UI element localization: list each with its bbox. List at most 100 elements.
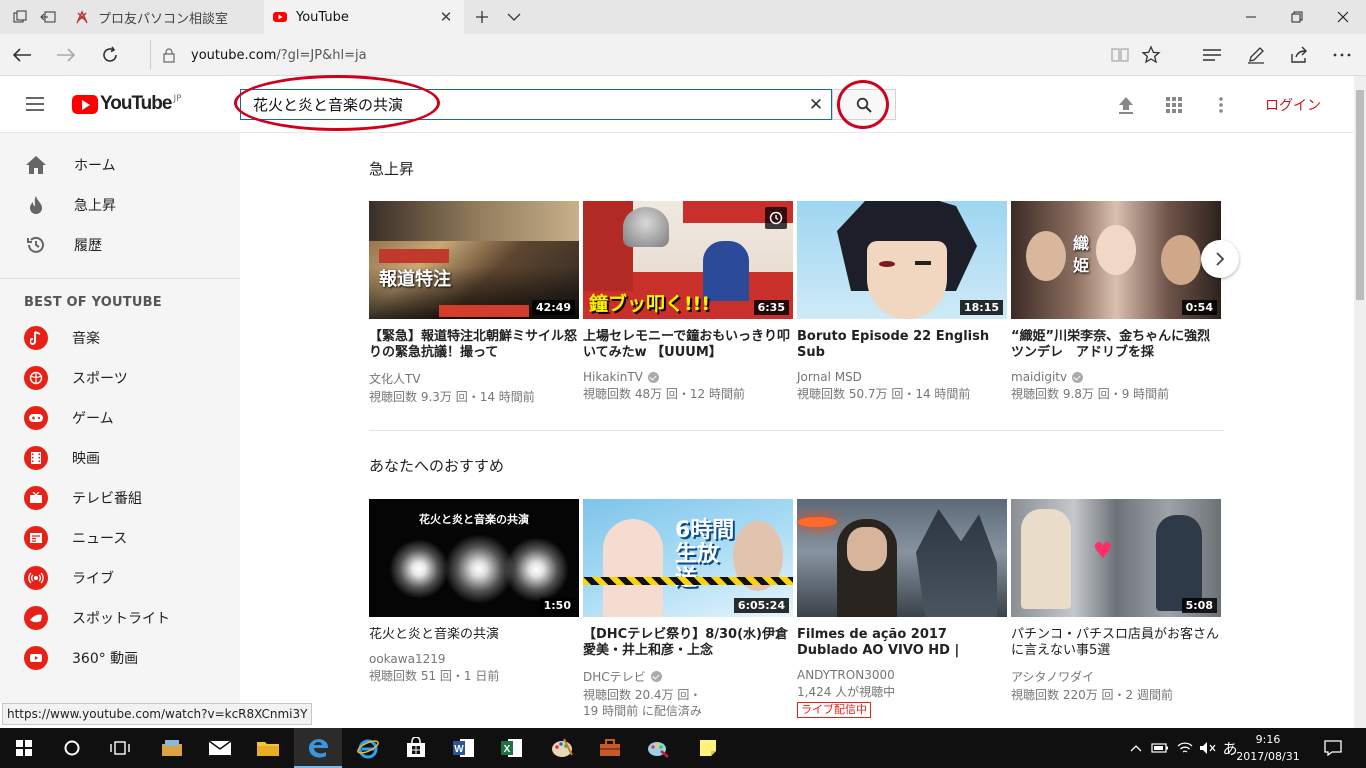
excel-icon[interactable]: X bbox=[488, 728, 536, 768]
channel-name[interactable]: maidigitv bbox=[1011, 370, 1067, 384]
chevron-down-icon[interactable] bbox=[498, 0, 530, 34]
channel-name[interactable]: 文化人TV bbox=[369, 370, 421, 387]
live-icon bbox=[24, 566, 48, 590]
video-card[interactable]: ♥ 5:08 パチンコ・パチスロ店員がお客さんに言えない事5選 アシタノワダイ … bbox=[1011, 499, 1221, 703]
refresh-icon[interactable] bbox=[90, 34, 130, 76]
favorite-star-icon[interactable] bbox=[1131, 34, 1171, 76]
show-hidden-icons-chevron-icon[interactable] bbox=[1126, 728, 1146, 768]
word-icon[interactable]: W bbox=[440, 728, 488, 768]
cortana-circle-icon[interactable] bbox=[48, 728, 96, 768]
web-note-pen-icon[interactable] bbox=[1236, 34, 1276, 76]
volume-muted-icon[interactable] bbox=[1197, 728, 1219, 768]
share-icon[interactable] bbox=[1280, 34, 1320, 76]
apps-grid-icon[interactable] bbox=[1161, 92, 1187, 118]
close-window-icon[interactable] bbox=[1320, 0, 1366, 34]
clear-search-icon[interactable]: ✕ bbox=[801, 90, 831, 120]
channel-name[interactable]: DHCテレビ bbox=[583, 668, 646, 685]
video-card[interactable]: 花火と炎と音楽の共演 1:50 花火と炎と音楽の共演 ookawa1219 視聴… bbox=[369, 499, 579, 684]
video-card[interactable]: 織姫 0:54 “織姫”川栄李奈、金ちゃんに強烈ツンデレ アドリブを採 maid… bbox=[1011, 201, 1221, 402]
guide-menu-icon[interactable] bbox=[24, 94, 46, 114]
set-tabs-aside-icon[interactable] bbox=[32, 0, 64, 34]
start-windows-icon[interactable] bbox=[0, 728, 48, 768]
sidebar-item-trending[interactable]: 急上昇 bbox=[0, 185, 240, 225]
video-card[interactable]: 鐘ブッ叩く!!! 6:35 上場セレモニーで鐘おもいっきり叩いてみたw 【UUU… bbox=[583, 201, 793, 402]
settings-vertical-dots-icon[interactable] bbox=[1208, 92, 1234, 118]
video-thumbnail[interactable]: 報道特注 42:49 bbox=[369, 201, 579, 319]
video-thumbnail[interactable]: 鐘ブッ叩く!!! 6:35 bbox=[583, 201, 793, 319]
address-bar[interactable]: youtube.com/?gl=JP&hl=ja bbox=[150, 40, 1070, 70]
paint-palette-icon[interactable] bbox=[538, 728, 586, 768]
search-input[interactable]: 花火と炎と音楽の共演 ✕ bbox=[240, 89, 832, 120]
video-thumbnail[interactable]: 6時間生放送 6:05:24 bbox=[583, 499, 793, 617]
sidebar-item-tv-shows[interactable]: テレビ番組 bbox=[0, 478, 240, 518]
upload-icon[interactable] bbox=[1113, 92, 1139, 118]
sidebar-item-360-video[interactable]: 360° 動画 bbox=[0, 638, 240, 678]
shelf-next-button[interactable] bbox=[1201, 240, 1239, 278]
sidebar-item-gaming[interactable]: ゲーム bbox=[0, 398, 240, 438]
video-title[interactable]: Boruto Episode 22 English Sub bbox=[797, 329, 1007, 361]
wifi-icon[interactable] bbox=[1174, 728, 1196, 768]
minimize-icon[interactable] bbox=[1228, 0, 1274, 34]
new-tab-icon[interactable] bbox=[466, 0, 498, 34]
channel-name[interactable]: ookawa1219 bbox=[369, 652, 445, 666]
store-bag-icon[interactable] bbox=[392, 728, 440, 768]
task-view-icon[interactable] bbox=[96, 728, 144, 768]
video-thumbnail[interactable]: 花火と炎と音楽の共演 1:50 bbox=[369, 499, 579, 617]
live-now-badge: ライブ配信中 bbox=[797, 702, 871, 718]
restore-icon[interactable] bbox=[1274, 0, 1320, 34]
sidebar-item-sports[interactable]: スポーツ bbox=[0, 358, 240, 398]
video-title[interactable]: 【DHCテレビ祭り】8/30(水)伊倉愛美・井上和彦・上念 bbox=[583, 627, 793, 659]
search-button[interactable] bbox=[832, 89, 896, 120]
video-thumbnail[interactable]: 織姫 0:54 bbox=[1011, 201, 1221, 319]
sidebar-item-news[interactable]: ニュース bbox=[0, 518, 240, 558]
tab-procomu[interactable]: プロ友パソコン相談室 bbox=[64, 0, 264, 34]
sidebar-item-home[interactable]: ホーム bbox=[0, 145, 240, 185]
video-card[interactable]: Filmes de ação 2017 Dublado AO VIVO HD |… bbox=[797, 499, 1007, 718]
channel-name[interactable]: HikakinTV bbox=[583, 370, 643, 384]
sidebar-item-history[interactable]: 履歴 bbox=[0, 225, 240, 265]
sidebar-item-spotlight[interactable]: スポットライト bbox=[0, 598, 240, 638]
video-thumbnail[interactable]: ♥ 5:08 bbox=[1011, 499, 1221, 617]
section-title-recommended[interactable]: あなたへのおすすめ bbox=[369, 455, 504, 476]
video-title[interactable]: “織姫”川栄李奈、金ちゃんに強烈ツンデレ アドリブを採 bbox=[1011, 329, 1221, 361]
more-ellipsis-icon[interactable] bbox=[1322, 34, 1362, 76]
edge-browser-icon[interactable] bbox=[294, 728, 342, 768]
watch-later-clock-icon[interactable] bbox=[765, 207, 787, 229]
mail-icon[interactable] bbox=[196, 728, 244, 768]
channel-name[interactable]: アシタノワダイ bbox=[1011, 668, 1094, 685]
video-title[interactable]: 上場セレモニーで鐘おもいっきり叩いてみたw 【UUUM】 bbox=[583, 329, 793, 361]
clock-date: 2017/08/31 bbox=[1236, 750, 1300, 763]
toolbox-icon[interactable] bbox=[586, 728, 634, 768]
channel-name[interactable]: ANDYTRON3000 bbox=[797, 668, 895, 682]
video-title[interactable]: Filmes de ação 2017 Dublado AO VIVO HD |… bbox=[797, 627, 1007, 659]
forward-arrow-icon[interactable] bbox=[46, 34, 86, 76]
taskbar-clock[interactable]: 9:16 2017/08/31 bbox=[1236, 731, 1300, 765]
section-title-trending[interactable]: 急上昇 bbox=[369, 158, 414, 179]
page-scrollbar[interactable] bbox=[1354, 76, 1366, 728]
back-arrow-icon[interactable] bbox=[2, 34, 42, 76]
file-explorer-folder-icon[interactable] bbox=[244, 728, 292, 768]
scrollbar-thumb[interactable] bbox=[1356, 90, 1364, 300]
battery-icon[interactable] bbox=[1148, 728, 1172, 768]
internet-explorer-icon[interactable] bbox=[344, 728, 392, 768]
video-title[interactable]: 【緊急】報道特注北朝鮮ミサイル怒りの緊急抗議！撮って bbox=[369, 329, 579, 361]
hub-icon[interactable] bbox=[1192, 34, 1232, 76]
tab-youtube[interactable]: YouTube ✕ bbox=[264, 0, 464, 34]
explorer-scanner-icon[interactable] bbox=[148, 728, 196, 768]
sidebar-item-music[interactable]: 音楽 bbox=[0, 318, 240, 358]
video-thumbnail[interactable]: 18:15 bbox=[797, 201, 1007, 319]
action-center-icon[interactable] bbox=[1318, 728, 1348, 768]
sidebar-item-live[interactable]: ライブ bbox=[0, 558, 240, 598]
channel-name[interactable]: Jornal MSD bbox=[797, 370, 862, 384]
sidebar-item-movies[interactable]: 映画 bbox=[0, 438, 240, 478]
video-card[interactable]: 18:15 Boruto Episode 22 English Sub Jorn… bbox=[797, 201, 1007, 402]
video-thumbnail[interactable] bbox=[797, 499, 1007, 617]
login-link[interactable]: ログイン bbox=[1265, 95, 1321, 115]
paint-app-icon[interactable] bbox=[634, 728, 682, 768]
video-card[interactable]: 6時間生放送 6:05:24 【DHCテレビ祭り】8/30(水)伊倉愛美・井上和… bbox=[583, 499, 793, 719]
video-card[interactable]: 報道特注 42:49 【緊急】報道特注北朝鮮ミサイル怒りの緊急抗議！撮って 文化… bbox=[369, 201, 579, 405]
youtube-logo[interactable]: YouTube JP bbox=[72, 93, 182, 115]
close-tab-icon[interactable]: ✕ bbox=[438, 8, 454, 26]
video-title[interactable]: パチンコ・パチスロ店員がお客さんに言えない事5選 bbox=[1011, 627, 1221, 659]
sticky-notes-icon[interactable] bbox=[684, 728, 732, 768]
